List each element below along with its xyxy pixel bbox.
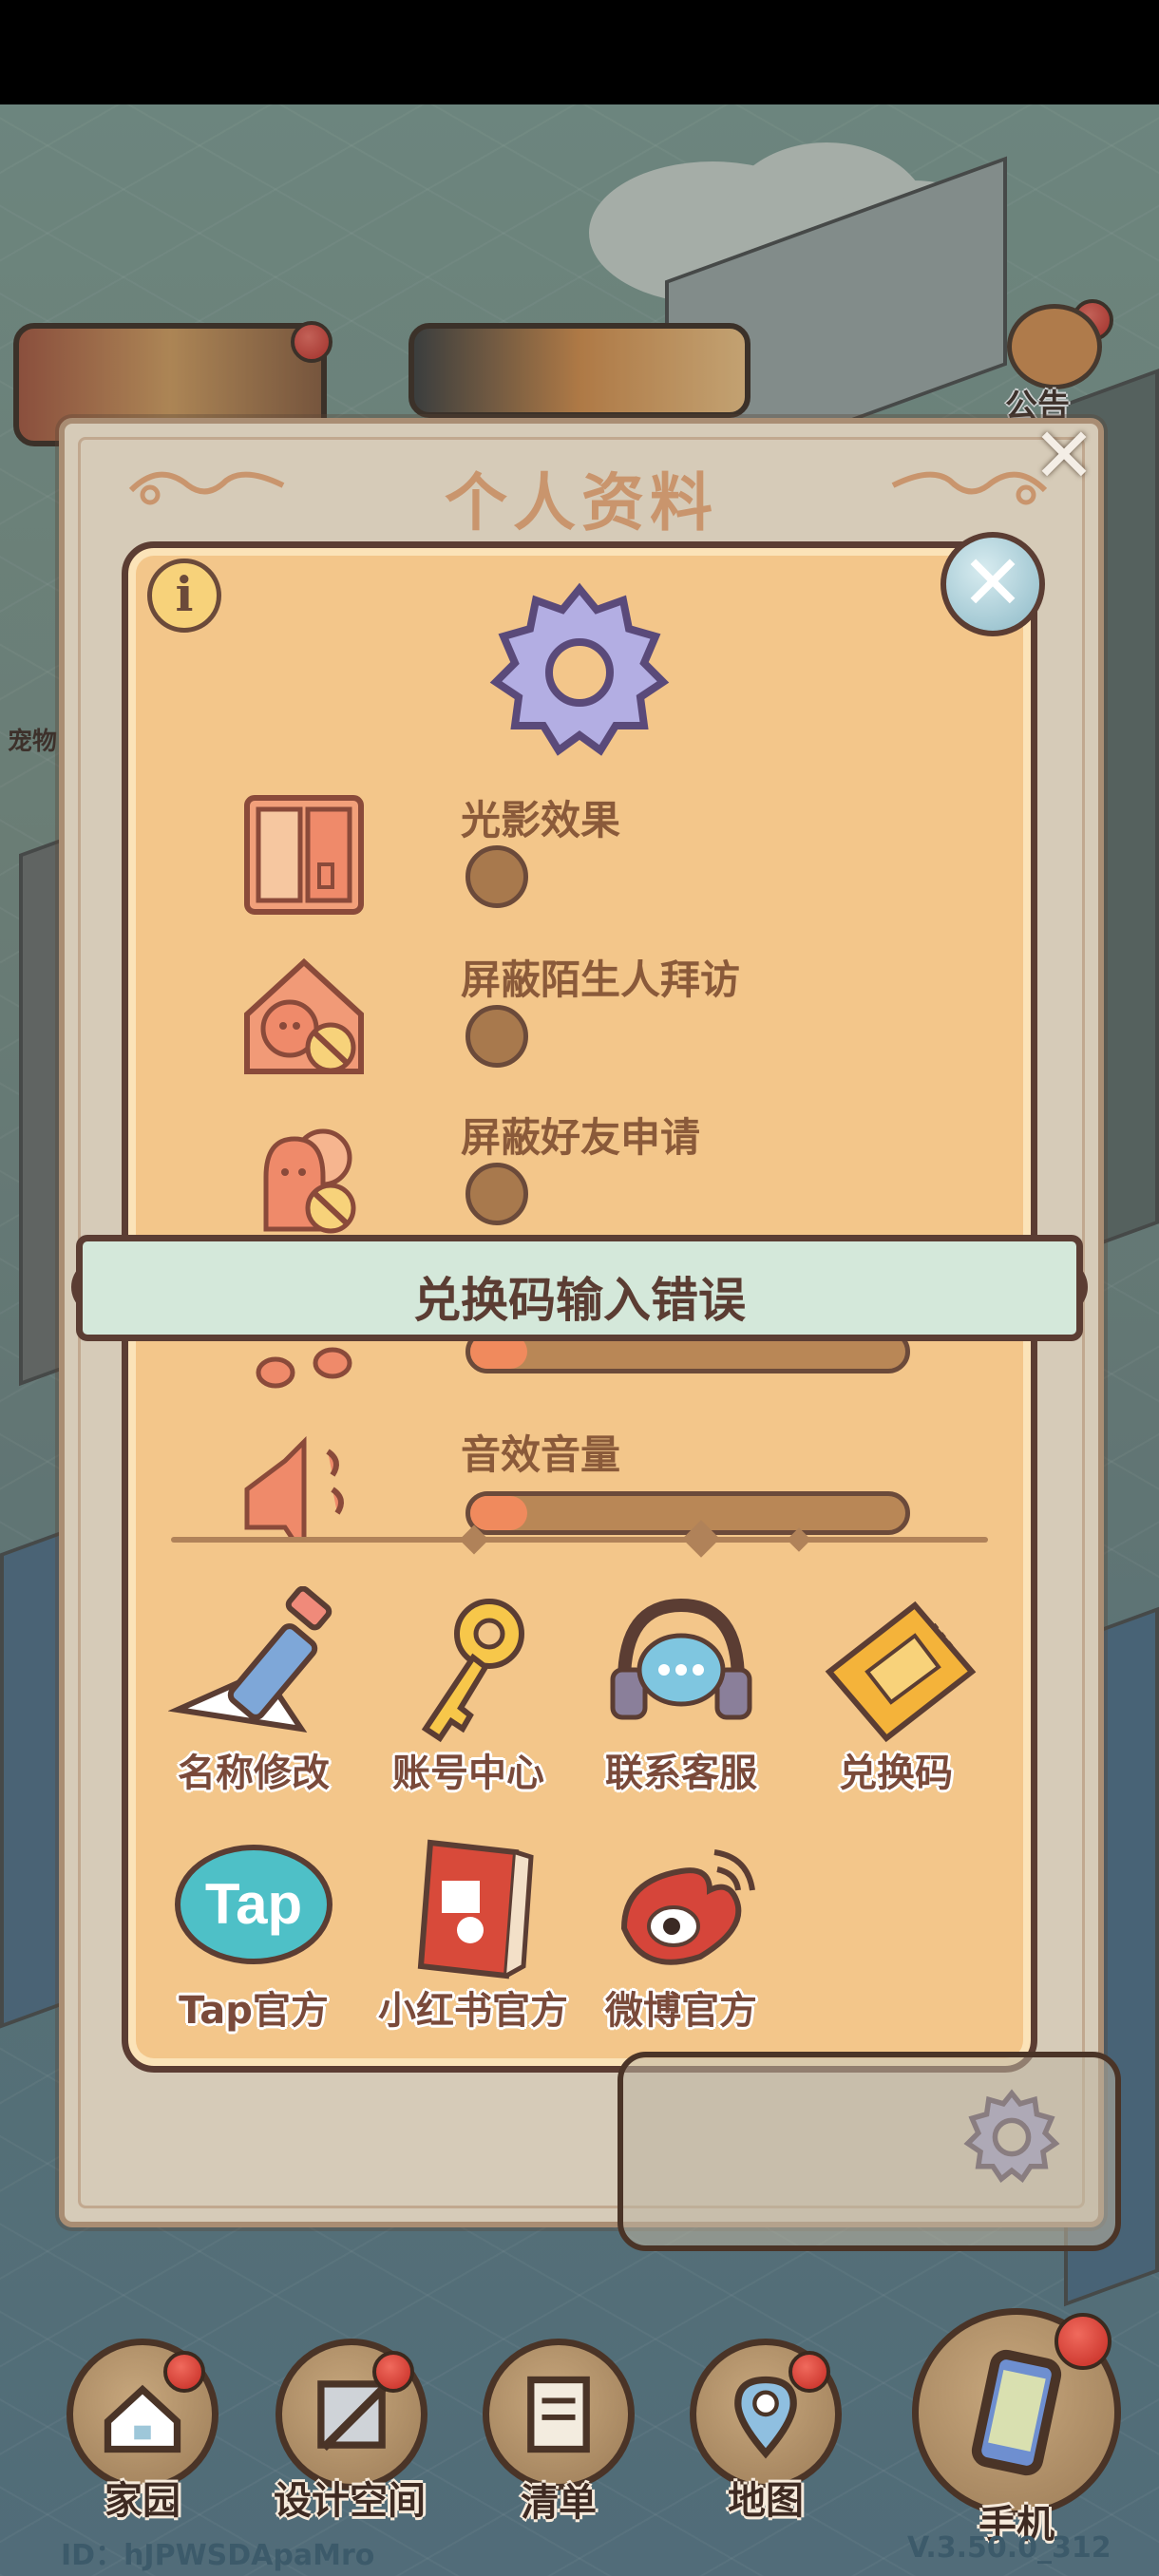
ticket-icon (825, 1601, 977, 1743)
setting-label: 屏蔽好友申请 (461, 1114, 701, 1161)
setting-row-sfx-volume: 音效音量 (238, 1423, 978, 1537)
weibo-icon (620, 1849, 755, 1965)
setting-row-lighting: 光影效果 (238, 788, 978, 921)
action-label: 兑换码 (839, 1752, 953, 1795)
headset-icon (610, 1598, 752, 1720)
lighting-toggle[interactable] (466, 845, 528, 908)
setting-label: 光影效果 (461, 797, 621, 843)
action-label: 名称修改 (178, 1752, 330, 1795)
action-label: 账号中心 (392, 1752, 544, 1795)
info-button[interactable]: i (147, 559, 221, 633)
weibo-official-button[interactable]: 微博官方 (591, 1824, 771, 2035)
setting-label: 屏蔽陌生人拜访 (461, 957, 741, 1003)
setting-row-block-visitor: 屏蔽陌生人拜访 (238, 948, 978, 1081)
rename-button[interactable]: 名称修改 (163, 1585, 344, 1797)
block-visitor-icon (244, 957, 364, 1074)
nav-design-label: 设计空间 (274, 2479, 426, 2523)
player-id: ID：hJPWSDApaMro (61, 2539, 375, 2572)
redeem-code-button[interactable]: 兑换码 (806, 1586, 986, 1797)
tap-logo-icon: Tap (175, 1845, 332, 1964)
phone-tooltip-bubble (618, 2052, 1121, 2251)
action-label: 联系客服 (605, 1752, 757, 1795)
pencil-icon (167, 1585, 332, 1733)
list-icon (527, 2376, 590, 2453)
block-friend-request-icon (263, 1128, 356, 1234)
setting-label: 音效音量 (461, 1431, 621, 1478)
nav-phone-badge (1054, 2313, 1112, 2370)
nav-list-label: 清单 (521, 2481, 597, 2525)
profile-close-button[interactable]: ✕ (1031, 418, 1097, 494)
settings-gear-icon (489, 582, 670, 756)
sfx-volume-slider[interactable] (466, 1491, 910, 1535)
version-label: V.3.50.0_312 (907, 2531, 1112, 2565)
tap-official-button[interactable]: Tap Tap官方 (163, 1824, 344, 2035)
xiaohongshu-icon (417, 1839, 534, 1979)
customer-service-button[interactable]: 联系客服 (591, 1586, 771, 1797)
nav-home-label: 家园 (104, 2479, 180, 2523)
speaker-icon (244, 1435, 344, 1537)
nav-design-badge (372, 2351, 414, 2393)
svg-text:Tap: Tap (205, 1872, 302, 1936)
toast-message: 兑换码输入错误 (413, 1273, 746, 1328)
action-label: 小红书官方 (378, 1989, 568, 2033)
account-center-button[interactable]: 账号中心 (378, 1586, 559, 1797)
nav-map-badge (788, 2351, 830, 2393)
action-label: Tap官方 (179, 1989, 329, 2033)
nav-home-badge (163, 2351, 205, 2393)
nav-list-button[interactable] (483, 2339, 635, 2491)
key-icon (421, 1599, 524, 1743)
profile-title: 个人资料 (445, 466, 718, 540)
light-shadow-icon (244, 795, 364, 915)
toast-banner: 兑换码输入错误 (76, 1235, 1083, 1341)
xiaohongshu-official-button[interactable]: 小红书官方 (378, 1824, 568, 2035)
nav-map-label: 地图 (728, 2479, 804, 2523)
sfx-volume-fill (470, 1496, 527, 1530)
setting-row-block-friend: 屏蔽好友申请 (238, 1106, 978, 1239)
status-bar (0, 0, 1159, 104)
block-friend-request-toggle[interactable] (466, 1163, 528, 1225)
action-label: 微博官方 (605, 1989, 757, 2033)
block-visitor-toggle[interactable] (466, 1005, 528, 1068)
section-divider (171, 1537, 988, 1543)
settings-close-button[interactable]: ✕ (940, 532, 1045, 636)
